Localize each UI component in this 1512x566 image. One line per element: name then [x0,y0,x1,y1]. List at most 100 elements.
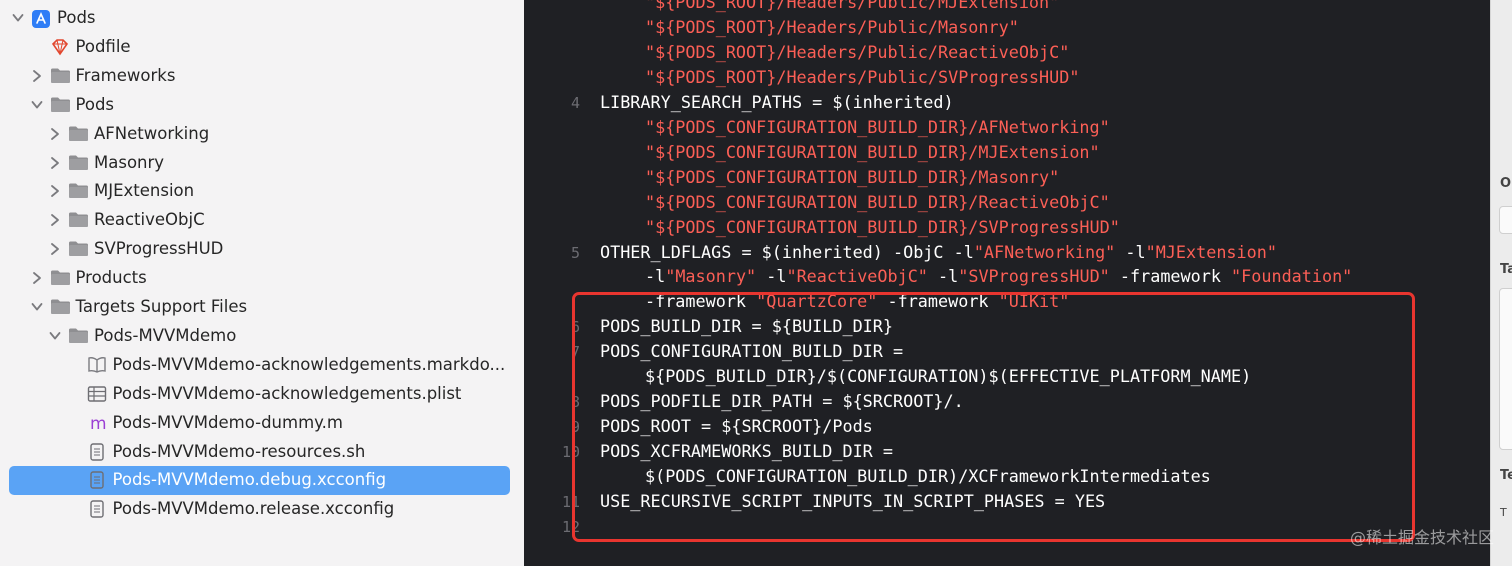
navigator-item-label: Pods-MVVMdemo [94,325,237,345]
navigator-item[interactable]: ReactiveObjC [0,206,524,235]
code-line[interactable]: -l"Masonry" -l"ReactiveObjC" -l"SVProgre… [645,266,1352,286]
navigator-item-label: Targets Support Files [75,297,248,316]
disclosure-collapsed-icon[interactable] [31,270,43,284]
navigator-item-label: Pods-MVVMdemo-acknowledgements.plist [112,383,462,403]
folder-icon [50,298,70,316]
string-literal: "MJExtension" [1145,241,1277,262]
string-literal: "${PODS_CONFIGURATION_BUILD_DIR}/AFNetwo… [645,116,1110,137]
navigator-item[interactable]: Pods-MVVMdemo.release.xcconfig [0,495,524,524]
string-literal: "${PODS_CONFIGURATION_BUILD_DIR}/Reactiv… [645,191,1110,212]
navigator-item-label: Pods [57,8,96,27]
book-icon [87,356,107,374]
navigator-item-label: Frameworks [75,65,176,85]
folder-icon [50,67,70,85]
navigator-item[interactable]: Pods [0,91,524,120]
code-line[interactable]: "${PODS_ROOT}/Headers/Public/SVProgressH… [645,67,1079,87]
inspector-panel: O Ta Te T [1490,0,1512,566]
inspector-label-o: O [1500,176,1512,191]
navigator-item[interactable]: SVProgressHUD [0,235,524,264]
string-literal: "${PODS_ROOT}/Headers/Public/SVProgressH… [645,66,1080,87]
code-line[interactable]: "${PODS_CONFIGURATION_BUILD_DIR}/AFNetwo… [645,117,1110,137]
navigator-item-label: SVProgressHUD [94,239,224,259]
code-line[interactable]: "${PODS_CONFIGURATION_BUILD_DIR}/Masonry… [645,167,1059,187]
folder-icon [68,327,88,345]
code-token: -framework [1109,266,1232,287]
code-line[interactable]: LIBRARY_SEARCH_PATHS = $(inherited) [600,92,954,112]
disclosure-collapsed-icon[interactable] [49,212,61,227]
disclosure-collapsed-icon[interactable] [49,155,61,169]
code-token: -l [756,266,787,287]
navigator-item[interactable]: Pods-MVVMdemo-acknowledgements.markdo... [0,351,524,380]
navigator-item[interactable]: Masonry [0,149,524,178]
navigator-item[interactable]: Pods-MVVMdemo.debug.xcconfig [0,466,524,496]
navigator-item-label: Pods-MVVMdemo.debug.xcconfig [112,470,387,490]
navigator-item-label: MJExtension [94,181,195,201]
project-navigator: Pods Podfile Frameworks Pods AFNetworking Mas… [0,0,524,566]
string-literal: "${PODS_CONFIGURATION_BUILD_DIR}/MJExten… [645,141,1100,162]
navigator-item[interactable]: MJExtension [0,177,524,206]
disclosure-expanded-icon[interactable] [31,299,43,313]
string-literal: "${PODS_ROOT}/Headers/Public/ReactiveObj… [645,41,1070,62]
navigator-item-label: AFNetworking [94,123,210,143]
string-literal: "SVProgressHUD" [958,266,1110,287]
navigator-item[interactable]: Targets Support Files [0,293,524,322]
string-literal: "ReactiveObjC" [786,266,928,287]
line-number: 5 [570,243,580,262]
navigator-item[interactable]: Podfile [0,33,524,62]
navigator-item[interactable]: Products [0,264,524,293]
navigator-item-label: Pods [75,94,115,114]
inspector-field[interactable] [1499,206,1512,234]
inspector-label-ta: Ta [1500,262,1512,277]
watermark: @稀土掘金技术社区 [1349,528,1494,547]
folder-icon [68,154,88,172]
app-project-icon [31,9,51,28]
navigator-item[interactable]: Pods-MVVMdemo-resources.sh [0,438,524,467]
disclosure-collapsed-icon[interactable] [49,183,61,198]
line-number: 4 [570,93,580,112]
disclosure-expanded-icon[interactable] [49,328,61,342]
code-line[interactable]: "${PODS_CONFIGURATION_BUILD_DIR}/Reactiv… [645,192,1110,212]
navigator-item[interactable]: Pods-MVVMdemo [0,322,524,351]
disclosure-collapsed-icon[interactable] [31,68,43,82]
navigator-item-label: Pods-MVVMdemo-dummy.m [112,412,343,432]
folder-icon [50,269,70,287]
document-icon [87,442,107,461]
highlight-annotation-box [572,292,1415,542]
document-icon [87,500,107,518]
code-token: -l [1115,241,1146,262]
disclosure-expanded-icon[interactable] [31,97,43,111]
folder-icon [68,125,88,143]
navigator-item-label: ReactiveObjC [94,210,205,230]
code-line[interactable]: "${PODS_CONFIGURATION_BUILD_DIR}/MJExten… [645,142,1100,162]
string-literal: "${PODS_ROOT}/Headers/Public/Masonry" [645,16,1019,37]
inspector-label-t: T [1500,506,1507,519]
folder-icon [68,211,88,229]
disclosure-collapsed-icon[interactable] [49,241,61,256]
navigator-item[interactable]: Pods-MVVMdemo-acknowledgements.plist [0,380,524,409]
navigator-item-label: Products [75,268,147,288]
navigator-item[interactable]: m Pods-MVVMdemo-dummy.m [0,409,524,438]
code-token: LIBRARY_SEARCH_PATHS = $(inherited) [600,91,954,112]
string-literal: "${PODS_CONFIGURATION_BUILD_DIR}/Masonry… [645,166,1060,187]
folder-icon [68,240,88,258]
inspector-textarea[interactable] [1499,288,1512,450]
string-literal: "AFNetworking" [973,241,1116,262]
code-line[interactable]: "${PODS_ROOT}/Headers/Public/ReactiveObj… [645,42,1069,62]
code-line[interactable]: "${PODS_ROOT}/Headers/Public/Masonry" [645,17,1019,37]
folder-icon [68,182,88,200]
objc-m-icon: m [87,414,107,434]
disclosure-expanded-icon[interactable] [12,10,24,24]
code-line[interactable]: "${PODS_ROOT}/Headers/Public/MJExtension… [645,0,1059,12]
navigator-item[interactable]: Pods [0,4,524,33]
svg-text:m: m [90,414,107,432]
navigator-item[interactable]: Frameworks [0,62,524,91]
navigator-item[interactable]: AFNetworking [0,120,524,149]
navigator-item-label: Pods-MVVMdemo-resources.sh [112,441,366,461]
code-token: OTHER_LDFLAGS = $(inherited) -ObjC -l [600,241,974,262]
folder-icon [50,96,70,114]
code-line[interactable]: "${PODS_CONFIGURATION_BUILD_DIR}/SVProgr… [645,217,1120,237]
navigator-item-label: Masonry [94,152,165,172]
code-line[interactable]: OTHER_LDFLAGS = $(inherited) -ObjC -l"AF… [600,242,1277,262]
disclosure-collapsed-icon[interactable] [49,126,61,140]
code-token: -l [645,266,666,287]
